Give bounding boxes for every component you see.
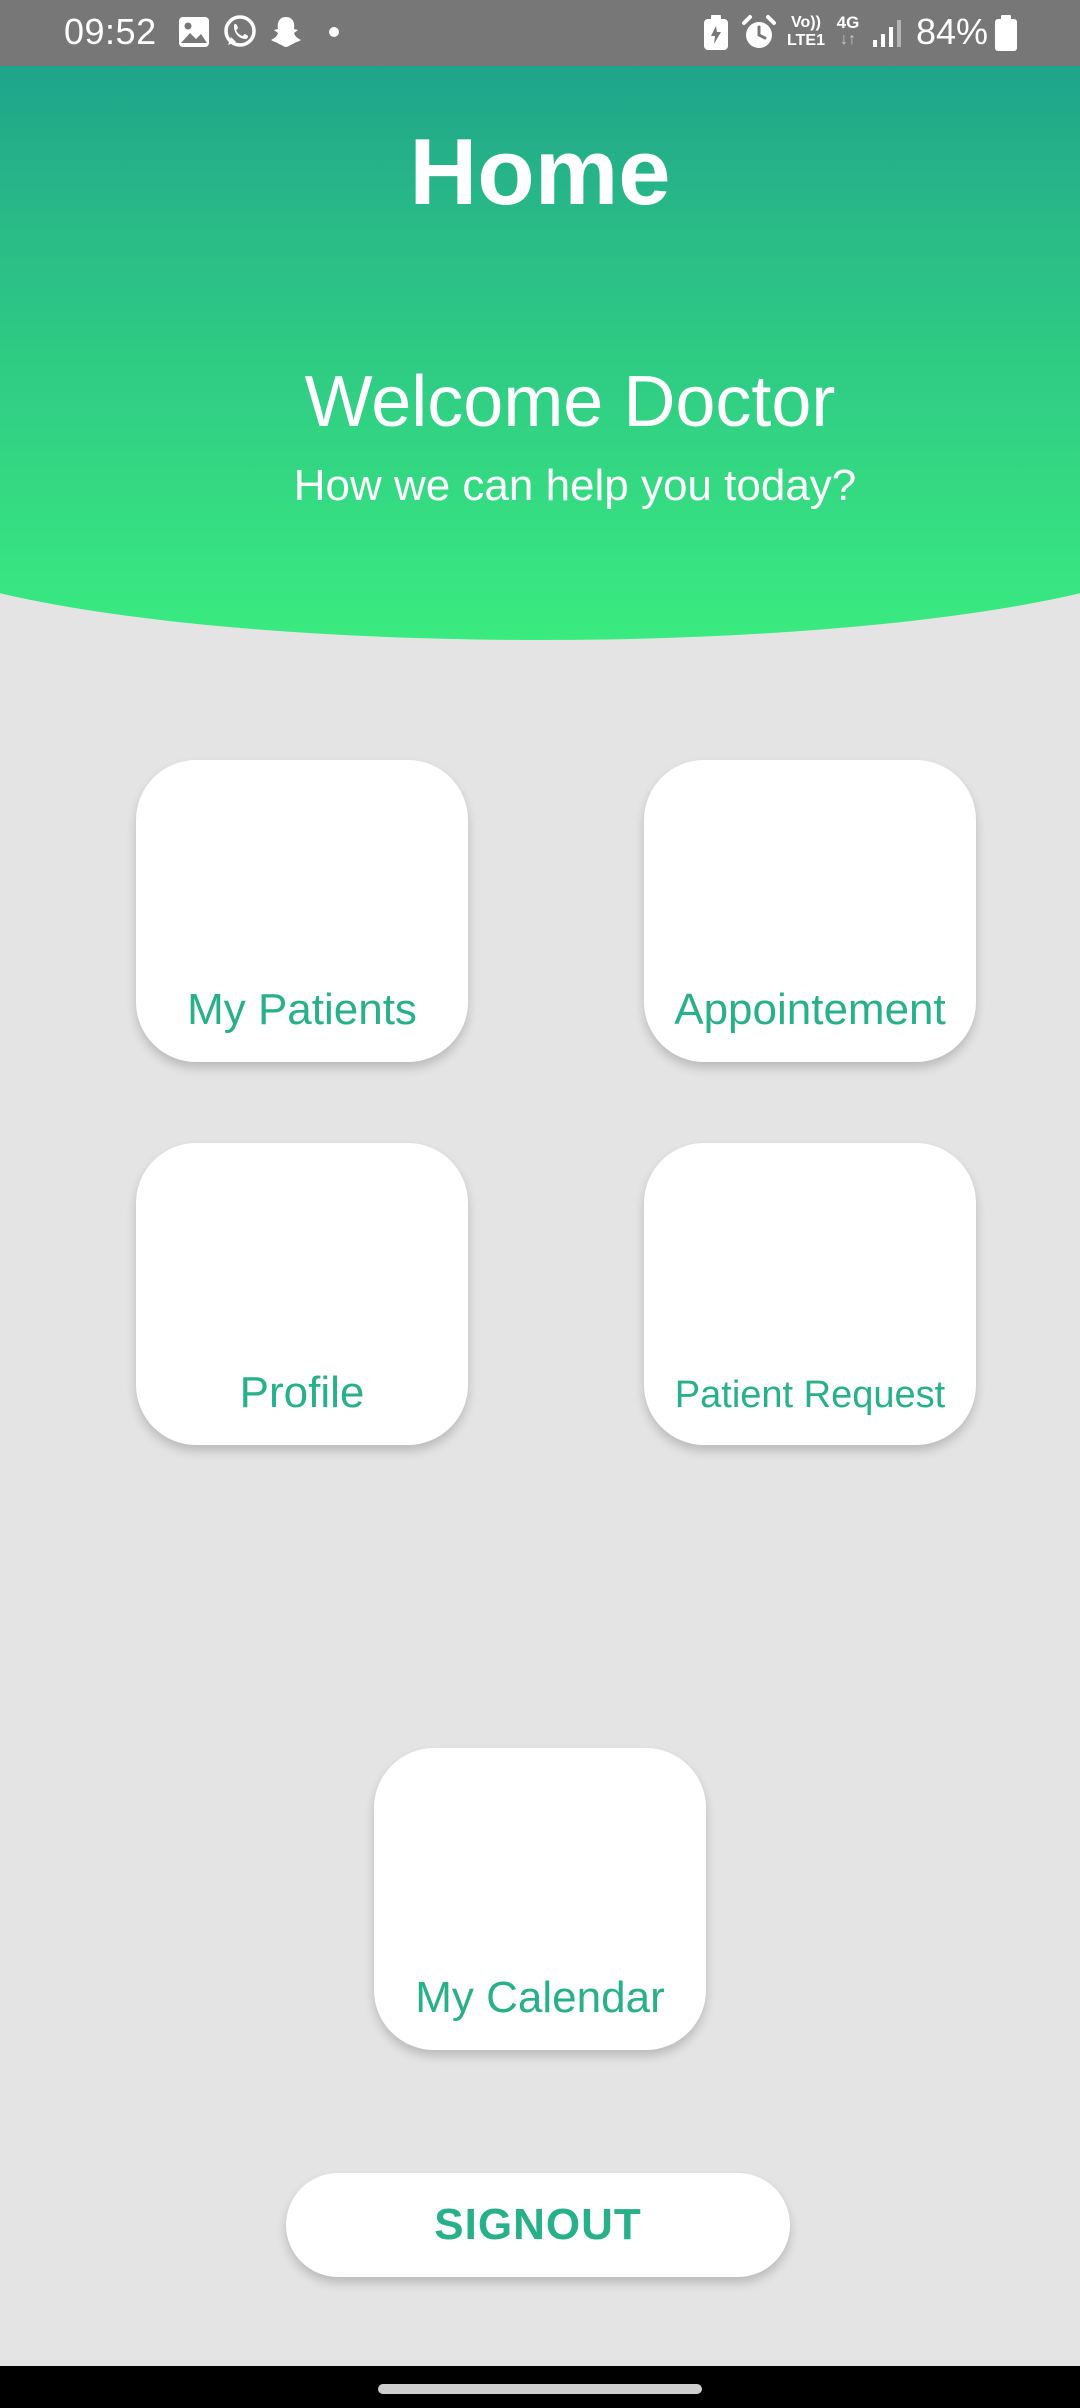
volte-bottom-label: LTE1	[787, 32, 825, 49]
dot-icon	[329, 27, 339, 37]
navigation-bar	[0, 2366, 1080, 2408]
my-patients-card[interactable]: My Patients	[136, 760, 468, 1062]
profile-card[interactable]: Profile	[136, 1143, 468, 1445]
data-arrows-icon: ↓↑	[840, 31, 856, 48]
battery-icon	[995, 15, 1017, 51]
volte-top-label: Vo))	[791, 14, 821, 31]
home-screen: 09:52 Vo)) LTE1 4G ↓↑ 84% Home Welcome D…	[0, 0, 1080, 2408]
whatsapp-icon	[224, 15, 256, 47]
signout-button[interactable]: SIGNOUT	[286, 2173, 790, 2277]
page-title: Home	[409, 119, 671, 224]
welcome-heading: Welcome Doctor	[304, 362, 836, 442]
battery-percent: 84%	[916, 11, 989, 52]
patient-request-label: Patient Request	[674, 1374, 946, 1416]
header-background	[0, 0, 1080, 640]
appointment-label: Appointement	[674, 985, 946, 1034]
home-gesture-handle[interactable]	[378, 2384, 702, 2394]
profile-label: Profile	[239, 1368, 365, 1417]
signal-icon	[873, 20, 901, 47]
gallery-icon	[179, 17, 209, 47]
my-patients-label: My Patients	[187, 985, 417, 1034]
welcome-subtitle: How we can help you today?	[293, 461, 857, 510]
alarm-icon	[742, 15, 776, 48]
status-bar: 09:52 Vo)) LTE1 4G ↓↑ 84%	[0, 0, 1080, 66]
battery-saver-icon	[704, 15, 728, 50]
network-4g-icon: 4G ↓↑	[834, 14, 862, 52]
appointment-card[interactable]: Appointement	[644, 760, 976, 1062]
my-calendar-label: My Calendar	[415, 1973, 665, 2022]
snapchat-icon	[271, 17, 301, 47]
volte-icon: Vo)) LTE1	[786, 14, 826, 52]
patient-request-card[interactable]: Patient Request	[644, 1143, 976, 1445]
network-type-label: 4G	[836, 13, 860, 32]
my-calendar-card[interactable]: My Calendar	[374, 1748, 706, 2050]
status-time: 09:52	[64, 11, 157, 52]
